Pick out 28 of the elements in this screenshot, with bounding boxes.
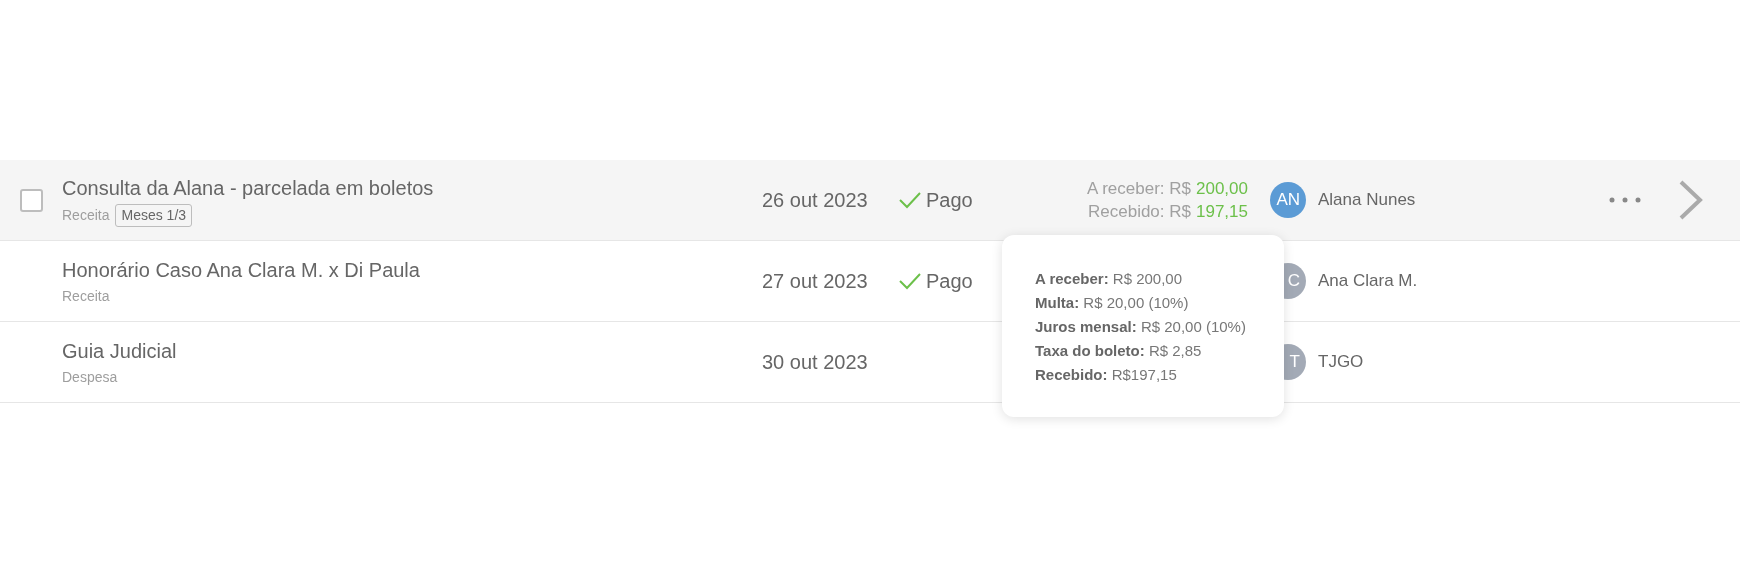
entry-date: 27 out 2023	[762, 269, 869, 294]
entry-title: Consulta da Alana - parcelada em boletos	[62, 176, 435, 201]
tooltip-line: Taxa do boleto: R$ 2,85	[1035, 341, 1203, 361]
avatar: AN	[1270, 182, 1306, 218]
person-name: Ana Clara M.	[1318, 270, 1419, 293]
amount-label: A receber: R$	[1087, 178, 1191, 200]
person-name: TJGO	[1318, 351, 1365, 374]
table-row[interactable]: Consulta da Alana - parcelada em boletos Receita Meses 1/3 26 out 2023 Pago A receber: R$ 200,00 Recebido: R$ 197,15 AN Alana Nunes	[0, 160, 1740, 241]
amount-value: 197,15	[1196, 201, 1248, 223]
payment-status: Pago	[926, 188, 973, 213]
entry-date: 26 out 2023	[762, 188, 869, 213]
entry-title: Guia Judicial	[62, 339, 178, 364]
tooltip-line: Multa: R$ 20,00 (10%)	[1035, 293, 1190, 313]
entry-category: Receita	[62, 287, 110, 306]
chevron-right-icon[interactable]	[1678, 180, 1704, 220]
tooltip-line: Recebido: R$197,15	[1035, 365, 1178, 385]
amount-value: 200,00	[1196, 178, 1248, 200]
person-name: Alana Nunes	[1318, 189, 1417, 212]
entry-category: Despesa	[62, 368, 118, 387]
payment-status: Pago	[926, 269, 973, 294]
checkbox[interactable]	[19, 188, 43, 212]
more-icon[interactable]	[1608, 196, 1642, 204]
installment-tag: Meses 1/3	[115, 204, 193, 227]
amount-label: Recebido: R$	[1088, 201, 1191, 223]
entry-title: Honorário Caso Ana Clara M. x Di Paula	[62, 258, 421, 283]
entry-category: Receita	[62, 206, 110, 225]
tooltip-line: A receber: R$ 200,00	[1035, 269, 1184, 289]
entry-date: 30 out 2023	[762, 350, 869, 375]
